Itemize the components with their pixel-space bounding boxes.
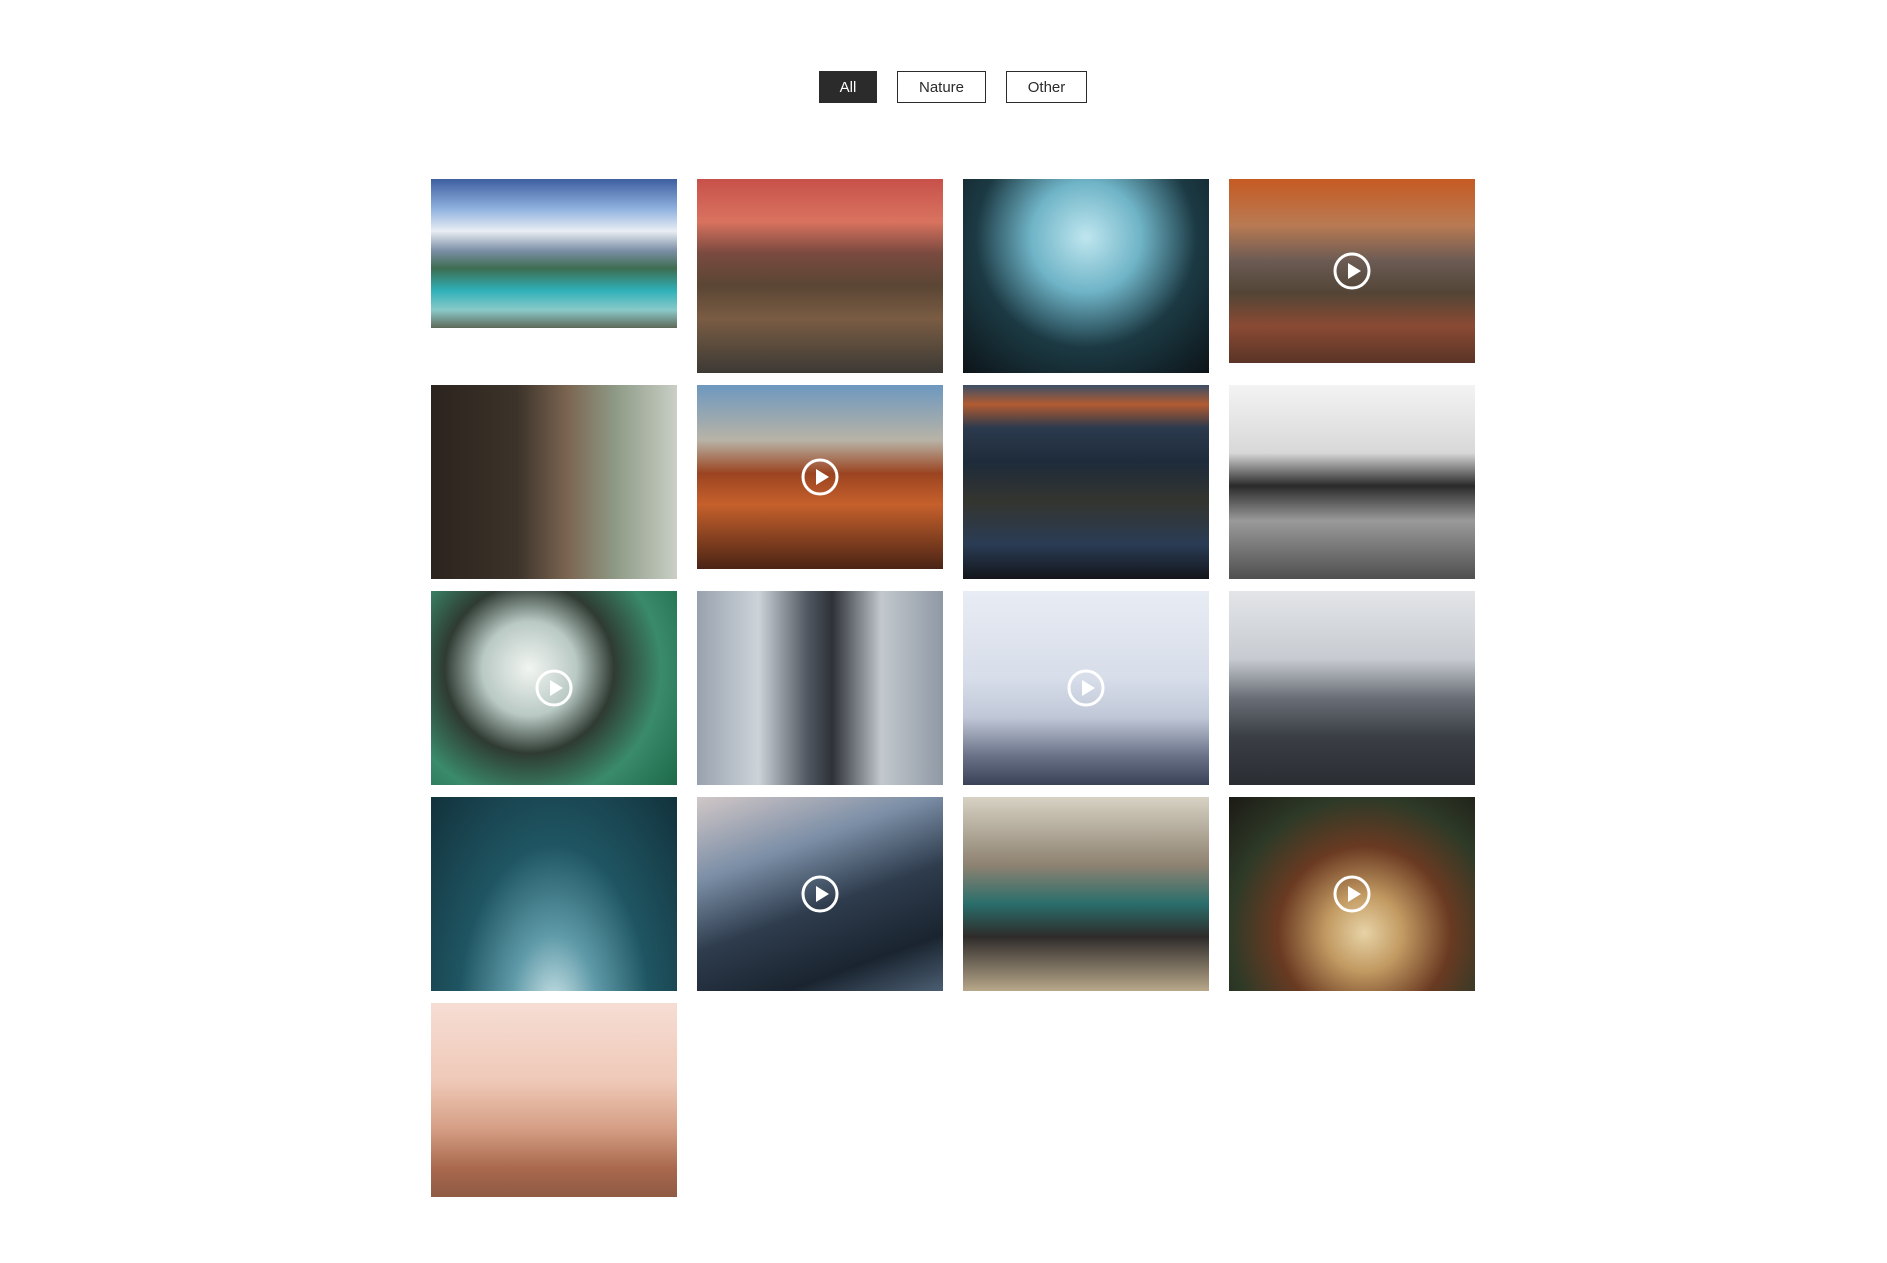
filter-other-button[interactable]: Other <box>1006 71 1087 103</box>
hazy-city-image <box>431 1003 677 1197</box>
gallery-item-desert-sunset[interactable] <box>697 179 943 373</box>
play-icon[interactable] <box>1332 874 1372 914</box>
gallery-item-geometric-ceiling[interactable] <box>963 179 1209 373</box>
gallery-item-skyscrapers[interactable] <box>697 797 943 991</box>
rock-crevice-image <box>697 591 943 785</box>
light-starburst-image <box>431 797 677 991</box>
gallery-item-girl-on-road[interactable] <box>1229 385 1475 579</box>
gallery-item-monument-valley[interactable] <box>697 385 943 569</box>
filter-nature-button[interactable]: Nature <box>897 71 986 103</box>
girl-on-road-image <box>1229 385 1475 579</box>
gallery-item-mountain-lake[interactable] <box>431 179 677 328</box>
gallery-item-foggy-path[interactable] <box>1229 591 1475 785</box>
play-icon[interactable] <box>800 457 840 497</box>
koala-image <box>431 385 677 579</box>
gallery-item-snowy-peak[interactable] <box>963 591 1209 785</box>
play-icon[interactable] <box>1332 251 1372 291</box>
gallery-item-mountain-reflection[interactable] <box>963 385 1209 579</box>
media-gallery <box>431 179 1478 1197</box>
filter-all-button[interactable]: All <box>819 71 877 103</box>
gallery-item-boy-in-forest[interactable] <box>963 797 1209 991</box>
gallery-item-dinner-table[interactable] <box>1229 797 1475 991</box>
geometric-ceiling-image <box>963 179 1209 373</box>
play-icon[interactable] <box>534 668 574 708</box>
foggy-path-image <box>1229 591 1475 785</box>
gallery-item-rock-crevice[interactable] <box>697 591 943 785</box>
gallery-item-hazy-city[interactable] <box>431 1003 677 1197</box>
desert-sunset-image <box>697 179 943 373</box>
gallery-item-canyon[interactable] <box>1229 179 1475 363</box>
gallery-item-light-starburst[interactable] <box>431 797 677 991</box>
play-icon[interactable] <box>800 874 840 914</box>
mountain-reflection-image <box>963 385 1209 579</box>
boy-in-forest-image <box>963 797 1209 991</box>
gallery-item-ocean-waves[interactable] <box>431 591 677 785</box>
filter-bar: All Nature Other <box>0 71 1887 103</box>
play-icon[interactable] <box>1066 668 1106 708</box>
mountain-lake-image <box>431 179 677 328</box>
gallery-item-koala[interactable] <box>431 385 677 579</box>
